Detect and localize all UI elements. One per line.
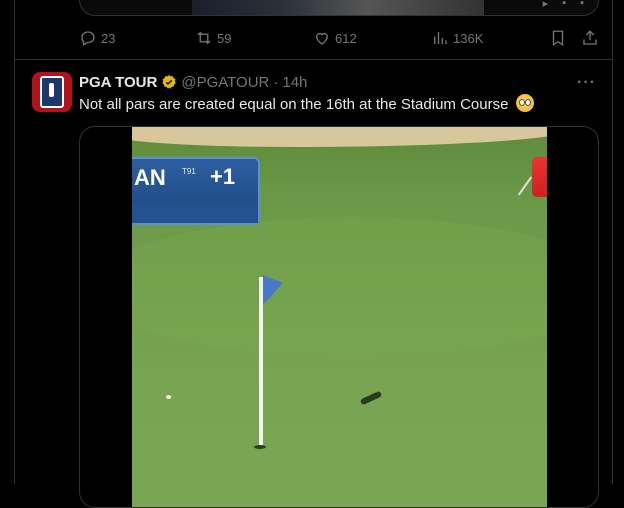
- flushed-face-emoji-icon: [515, 94, 534, 112]
- player-shape: [532, 157, 547, 197]
- tweet-timestamp[interactable]: 14h: [282, 74, 307, 91]
- more-icon[interactable]: ···: [577, 74, 596, 92]
- heart-icon: [316, 32, 328, 45]
- bookmark-button[interactable]: [549, 29, 567, 47]
- tweet-header: PGA TOUR @PGATOUR · 14h: [79, 72, 307, 92]
- club-shape: [517, 176, 533, 196]
- tweet-video[interactable]: AN T91 +1: [79, 126, 599, 508]
- fairway-shape: [132, 217, 547, 357]
- media-control-icon[interactable]: ▪: [580, 0, 584, 10]
- views-button[interactable]: 136K: [431, 29, 483, 47]
- retweet-button[interactable]: 59: [195, 29, 231, 47]
- reply-icon: [81, 31, 95, 46]
- previous-media-controls: ▸ ▪ ▪: [543, 0, 584, 10]
- tweet-text: Not all pars are created equal on the 16…: [79, 94, 534, 113]
- player-score: +1: [210, 164, 236, 189]
- previous-tweet-media[interactable]: ▸ ▪ ▪: [79, 0, 599, 16]
- view-count: 136K: [453, 30, 484, 46]
- bookmark-icon: [552, 30, 564, 47]
- share-icon: [583, 30, 597, 45]
- timeline-column: ▸ ▪ ▪ 23 59 612 136K PGA TOUR @PGATOUR ·…: [14, 0, 613, 508]
- verified-badge-icon[interactable]: [161, 74, 177, 90]
- media-control-icon[interactable]: ▪: [562, 0, 566, 10]
- views-icon: [434, 32, 447, 44]
- media-control-icon[interactable]: ▸: [543, 0, 549, 10]
- previous-media-frame: [192, 0, 484, 15]
- bunker-shape: [132, 127, 547, 147]
- previous-tweet-actions: 23 59 612 136K: [79, 26, 599, 50]
- retweet-count: 59: [217, 30, 232, 46]
- flag-icon: [263, 275, 283, 305]
- reply-button[interactable]: 23: [79, 29, 115, 47]
- share-button[interactable]: [581, 29, 599, 47]
- player-position: T91: [182, 167, 196, 176]
- hole-shape: [254, 445, 266, 449]
- tweet-divider: [15, 59, 612, 60]
- flag-shadow-shape: [359, 390, 383, 406]
- tweet-body: Not all pars are created equal on the 16…: [79, 96, 509, 113]
- pga-tour-logo-icon: [40, 76, 64, 108]
- retweet-icon: [197, 31, 211, 45]
- scoreboard-overlay: AN T91 +1: [132, 157, 260, 225]
- like-count: 612: [335, 30, 357, 46]
- scoreboard-strip: [132, 203, 258, 223]
- author-handle[interactable]: @PGATOUR: [181, 74, 269, 91]
- video-frame[interactable]: AN T91 +1: [132, 127, 547, 507]
- player-name-partial: AN: [134, 165, 166, 190]
- author-name[interactable]: PGA TOUR: [79, 74, 157, 91]
- separator-dot: ·: [273, 73, 279, 91]
- like-button[interactable]: 612: [313, 29, 357, 47]
- avatar[interactable]: [32, 72, 72, 112]
- reply-count: 23: [101, 30, 116, 46]
- golf-ball-shape: [166, 395, 171, 399]
